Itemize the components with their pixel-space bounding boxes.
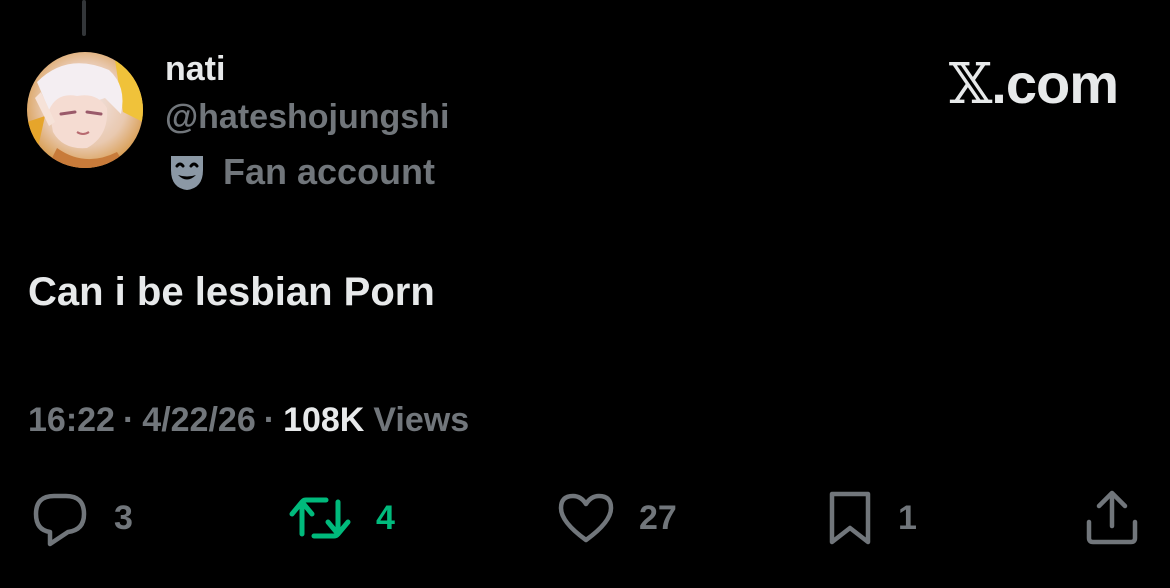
bookmark-icon (829, 491, 871, 545)
meta-separator: · (263, 400, 276, 439)
share-button[interactable] (1083, 486, 1141, 550)
retweet-count: 4 (376, 499, 395, 537)
tweet-date[interactable]: 4/22/26 (142, 401, 255, 440)
author-display-name[interactable]: nati (165, 48, 225, 90)
share-icon (1086, 490, 1138, 545)
reply-icon (33, 493, 87, 547)
tweet-card: nati @hateshojungshi Fan account 𝕏.com C… (0, 0, 1170, 588)
tweet-time[interactable]: 16:22 (28, 401, 115, 440)
views-count[interactable]: 108K (283, 401, 364, 440)
bookmark-count: 1 (898, 499, 917, 537)
theater-mask-icon (165, 150, 209, 194)
bookmark-button[interactable]: 1 (824, 486, 917, 550)
author-handle[interactable]: @hateshojungshi (165, 95, 449, 139)
reply-button[interactable]: 3 (28, 486, 133, 550)
heart-icon (558, 493, 614, 543)
retweet-icon (289, 497, 351, 539)
action-bar: 3 4 27 1 (0, 486, 1170, 550)
thread-connector-line (82, 0, 86, 36)
brand-watermark: 𝕏.com (948, 52, 1119, 117)
avatar[interactable] (27, 52, 143, 168)
avatar-image (27, 52, 143, 168)
brand-domain: .com (991, 52, 1119, 115)
retweet-button[interactable]: 4 (286, 486, 395, 550)
affiliation-label: Fan account (165, 150, 435, 194)
tweet-text: Can i be lesbian Porn (28, 270, 435, 314)
like-count: 27 (639, 499, 677, 537)
affiliation-label-text: Fan account (223, 151, 436, 192)
views-label[interactable]: Views (373, 401, 469, 440)
meta-separator: · (122, 400, 135, 439)
like-button[interactable]: 27 (555, 486, 677, 550)
x-logo-icon: 𝕏 (948, 52, 992, 117)
tweet-metadata: 16:22 · 4/22/26 · 108K Views (28, 398, 469, 442)
reply-count: 3 (114, 499, 133, 537)
